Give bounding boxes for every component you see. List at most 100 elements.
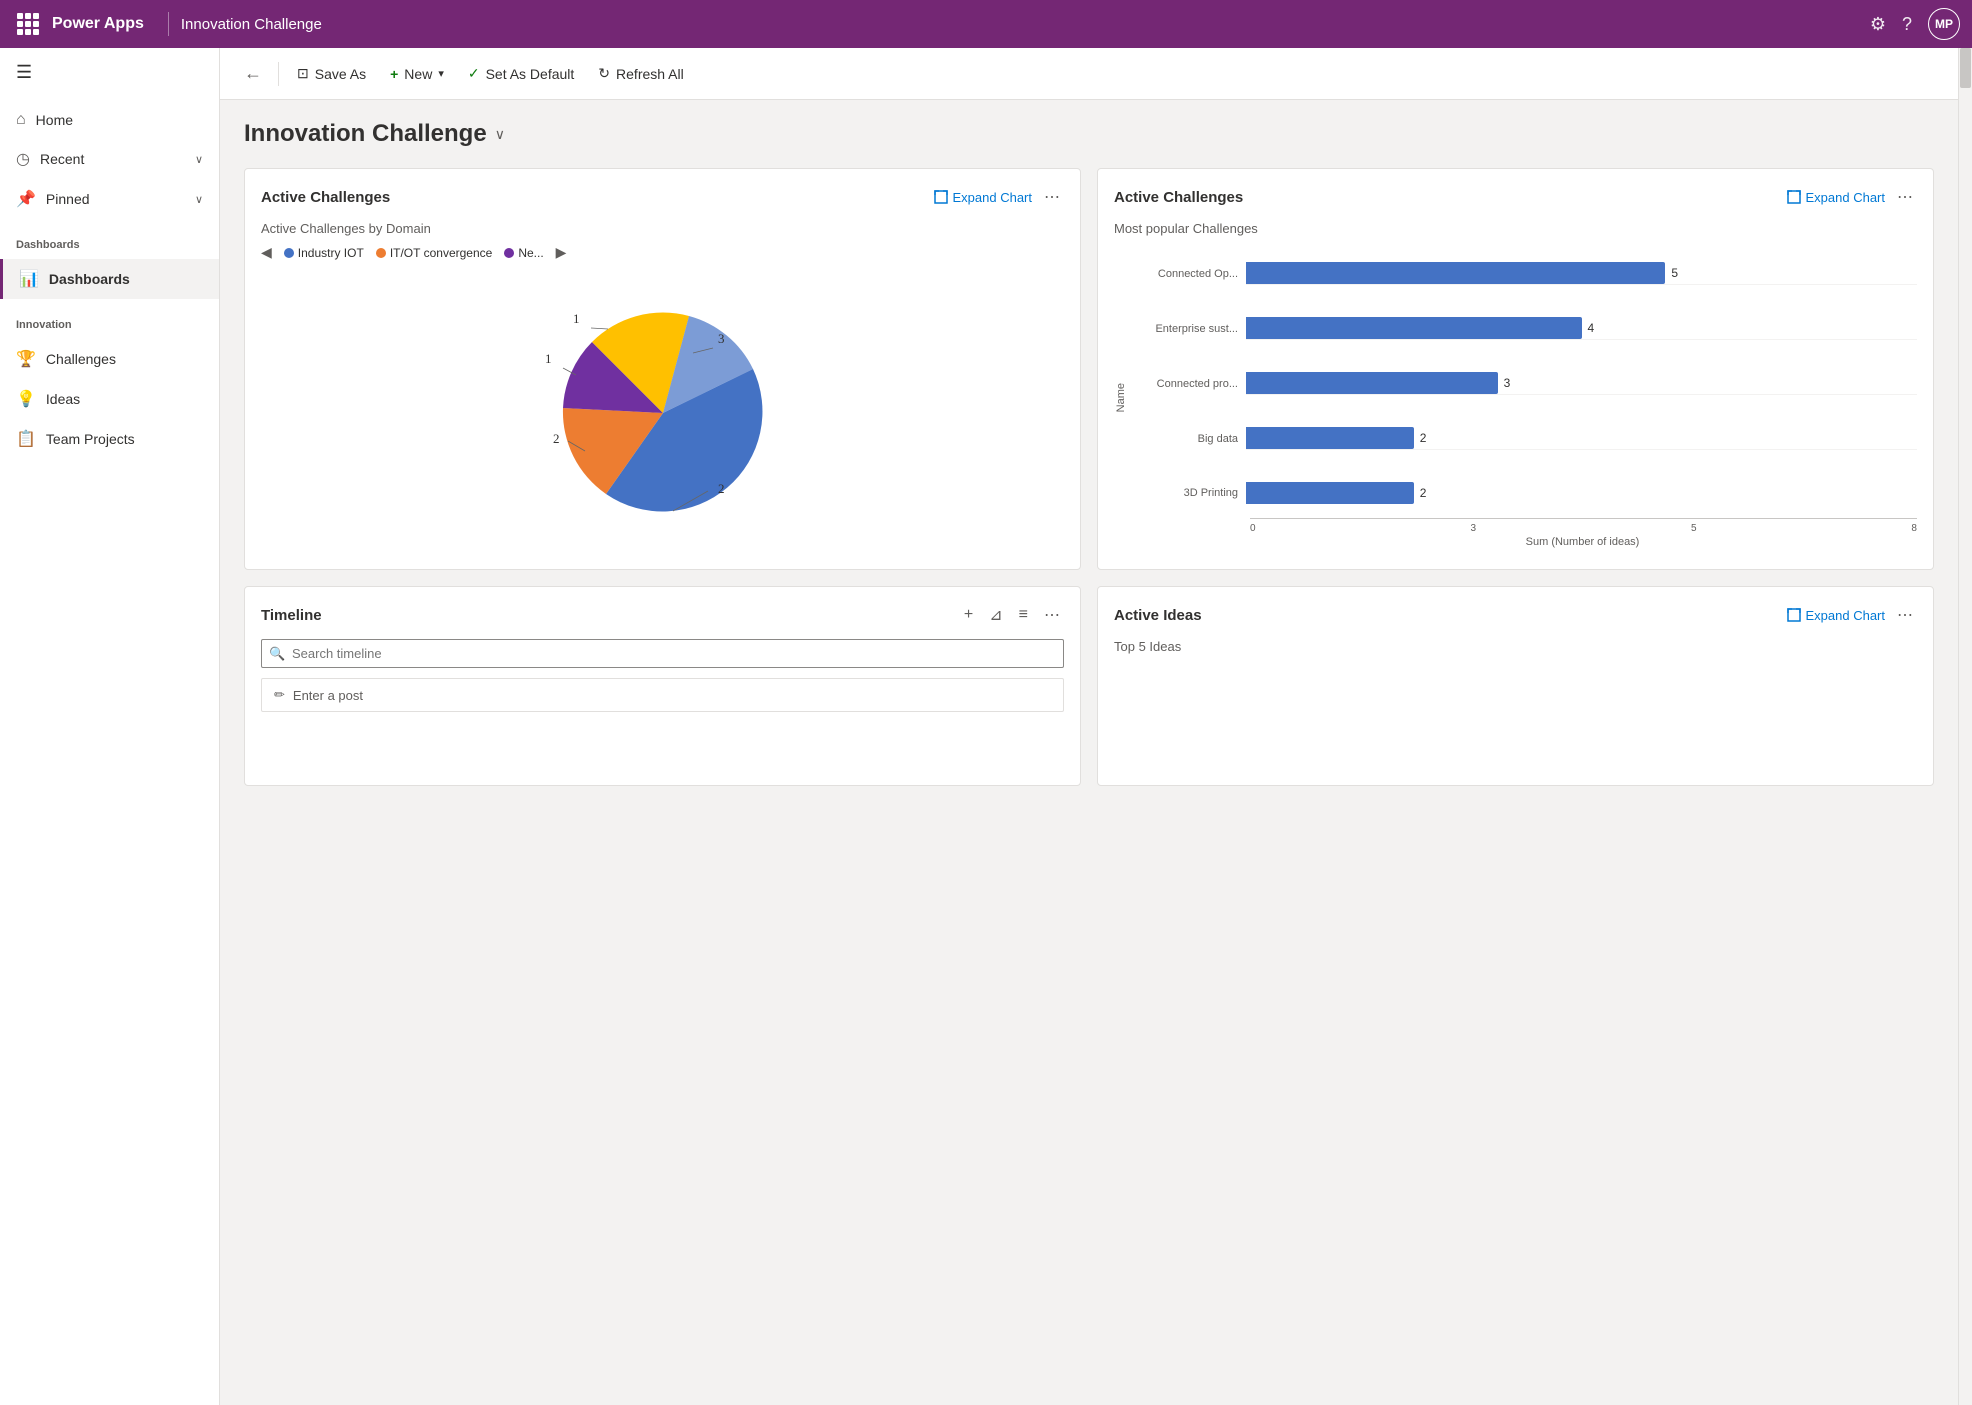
- sidebar-item-challenges[interactable]: 🏆 Challenges: [0, 339, 219, 379]
- save-as-button[interactable]: ⊡ Save As: [287, 59, 376, 88]
- bar-label-2: Enterprise sust...: [1128, 323, 1238, 335]
- timeline-filter-button[interactable]: ⊿: [985, 603, 1006, 627]
- bar-area-1: 5: [1246, 262, 1917, 285]
- bar-value-4: 2: [1420, 431, 1427, 445]
- timeline-post-area[interactable]: ✏ Enter a post: [261, 678, 1064, 712]
- sidebar-item-recent[interactable]: ◷ Recent ∨: [0, 139, 219, 179]
- settings-icon[interactable]: ⚙: [1870, 14, 1886, 35]
- svg-text:2: 2: [718, 481, 725, 496]
- bar-fill-4: [1246, 427, 1414, 449]
- page-content: Innovation Challenge ∨ Active Challenges: [220, 100, 1958, 1405]
- bar-value-3: 3: [1504, 376, 1511, 390]
- recent-chevron-icon: ∨: [195, 153, 203, 166]
- timeline-header: Timeline + ⊿ ≡ ⋯: [261, 603, 1064, 627]
- bar-expand-label: Expand Chart: [1806, 190, 1886, 205]
- search-icon: 🔍: [269, 646, 285, 662]
- legend-prev-icon[interactable]: ◀: [261, 244, 272, 261]
- refresh-icon: ↻: [598, 65, 610, 82]
- page-title-dropdown-icon[interactable]: ∨: [495, 126, 505, 143]
- y-axis-label: Name: [1115, 383, 1127, 412]
- post-placeholder: Enter a post: [293, 688, 363, 703]
- timeline-sort-button[interactable]: ≡: [1015, 604, 1032, 626]
- ideas-header: Active Ideas Expand Chart ⋯: [1114, 603, 1917, 627]
- page-title-row: Innovation Challenge ∨: [244, 120, 1934, 148]
- sidebar-item-home[interactable]: ⌂ Home: [0, 101, 219, 139]
- bar-area-3: 3: [1246, 372, 1917, 395]
- sidebar-item-dashboards[interactable]: 📊 Dashboards: [0, 259, 219, 299]
- sidebar-item-ideas[interactable]: 💡 Ideas: [0, 379, 219, 419]
- pie-expand-chart-button[interactable]: Expand Chart: [934, 190, 1033, 205]
- svg-text:3: 3: [718, 331, 725, 346]
- timeline-search-wrapper: 🔍: [261, 639, 1064, 668]
- sidebar-item-team-projects[interactable]: 📋 Team Projects: [0, 419, 219, 459]
- bar-chart-inner: Connected Op... 5 Enterprise sust...: [1128, 248, 1917, 548]
- x-tick-3: 3: [1470, 523, 1476, 534]
- set-as-default-button[interactable]: ✓ Set As Default: [458, 59, 584, 88]
- y-axis-label-container: Name: [1114, 248, 1128, 548]
- nav-icons: ⚙ ? MP: [1870, 8, 1960, 40]
- save-as-label: Save As: [315, 66, 366, 82]
- waffle-icon: [17, 13, 39, 35]
- hamburger-menu[interactable]: ☰: [0, 48, 219, 97]
- top-navigation: Power Apps Innovation Challenge ⚙ ? MP: [0, 0, 1972, 48]
- x-tick-8: 8: [1911, 523, 1917, 534]
- active-challenges-bar-card: Active Challenges Expand Chart ⋯ Most po…: [1097, 168, 1934, 570]
- sidebar-nav-section: ⌂ Home ◷ Recent ∨ 📌 Pinned ∨: [0, 97, 219, 223]
- legend-dot-new: [504, 248, 514, 258]
- new-dropdown-icon: ▾: [438, 67, 444, 80]
- pie-chart-legend: ◀ Industry IOT IT/OT convergence Ne...: [261, 244, 1064, 261]
- svg-text:1: 1: [545, 351, 552, 366]
- timeline-more-options-button[interactable]: ⋯: [1040, 603, 1064, 627]
- bar-label-4: Big data: [1128, 433, 1238, 445]
- bar-rows: Connected Op... 5 Enterprise sust...: [1128, 248, 1917, 518]
- sidebar-ideas-label: Ideas: [46, 391, 203, 407]
- refresh-all-button[interactable]: ↻ Refresh All: [588, 59, 693, 88]
- legend-label-iot: Industry IOT: [298, 246, 364, 260]
- bar-label-5: 3D Printing: [1128, 487, 1238, 499]
- x-axis-label: Sum (Number of ideas): [1248, 536, 1917, 548]
- bar-row-4: Big data 2: [1128, 427, 1917, 450]
- help-icon[interactable]: ?: [1902, 14, 1912, 35]
- waffle-menu[interactable]: [12, 8, 44, 40]
- active-ideas-card: Active Ideas Expand Chart ⋯ Top 5 Ideas: [1097, 586, 1934, 786]
- legend-dot-itot: [376, 248, 386, 258]
- pie-more-options-button[interactable]: ⋯: [1040, 185, 1064, 209]
- sidebar-home-label: Home: [36, 112, 203, 128]
- scrollbar-thumb[interactable]: [1960, 48, 1971, 88]
- app-logo: Power Apps: [52, 15, 144, 33]
- sidebar-pinned-label: Pinned: [46, 191, 185, 207]
- active-challenges-pie-card: Active Challenges Expand Chart ⋯ Active …: [244, 168, 1081, 570]
- legend-next-icon[interactable]: ▶: [556, 244, 567, 261]
- back-button[interactable]: ←: [236, 57, 270, 90]
- bar-chart-header: Active Challenges Expand Chart ⋯: [1114, 185, 1917, 209]
- ideas-icon: 💡: [16, 389, 36, 409]
- bar-chart-wrapper: Name Connected Op... 5: [1114, 248, 1917, 548]
- bar-expand-chart-button[interactable]: Expand Chart: [1787, 190, 1886, 205]
- dashboard-grid: Active Challenges Expand Chart ⋯ Active …: [244, 168, 1934, 786]
- ideas-more-options-button[interactable]: ⋯: [1893, 603, 1917, 627]
- team-projects-icon: 📋: [16, 429, 36, 449]
- timeline-add-button[interactable]: +: [960, 604, 977, 626]
- bar-area-5: 2: [1246, 482, 1917, 504]
- bar-expand-icon: [1787, 190, 1801, 204]
- avatar[interactable]: MP: [1928, 8, 1960, 40]
- sidebar-team-projects-label: Team Projects: [46, 431, 203, 447]
- bar-value-1: 5: [1671, 266, 1678, 280]
- ideas-expand-label: Expand Chart: [1806, 608, 1886, 623]
- ideas-subtitle: Top 5 Ideas: [1114, 639, 1917, 654]
- refresh-all-label: Refresh All: [616, 66, 684, 82]
- timeline-search-input[interactable]: [261, 639, 1064, 668]
- sidebar-item-pinned[interactable]: 📌 Pinned ∨: [0, 179, 219, 219]
- bar-area-4: 2: [1246, 427, 1917, 450]
- toolbar-separator-1: [278, 62, 279, 86]
- bar-area-2: 4: [1246, 317, 1917, 340]
- bar-more-options-button[interactable]: ⋯: [1893, 185, 1917, 209]
- legend-label-new: Ne...: [518, 246, 543, 260]
- new-button[interactable]: + New ▾: [380, 60, 454, 88]
- challenges-icon: 🏆: [16, 349, 36, 369]
- pie-chart-title: Active Challenges: [261, 189, 926, 206]
- scrollbar-track[interactable]: [1958, 48, 1972, 1405]
- bar-row-1: Connected Op... 5: [1128, 262, 1917, 285]
- ideas-expand-chart-button[interactable]: Expand Chart: [1787, 608, 1886, 623]
- legend-dot-iot: [284, 248, 294, 258]
